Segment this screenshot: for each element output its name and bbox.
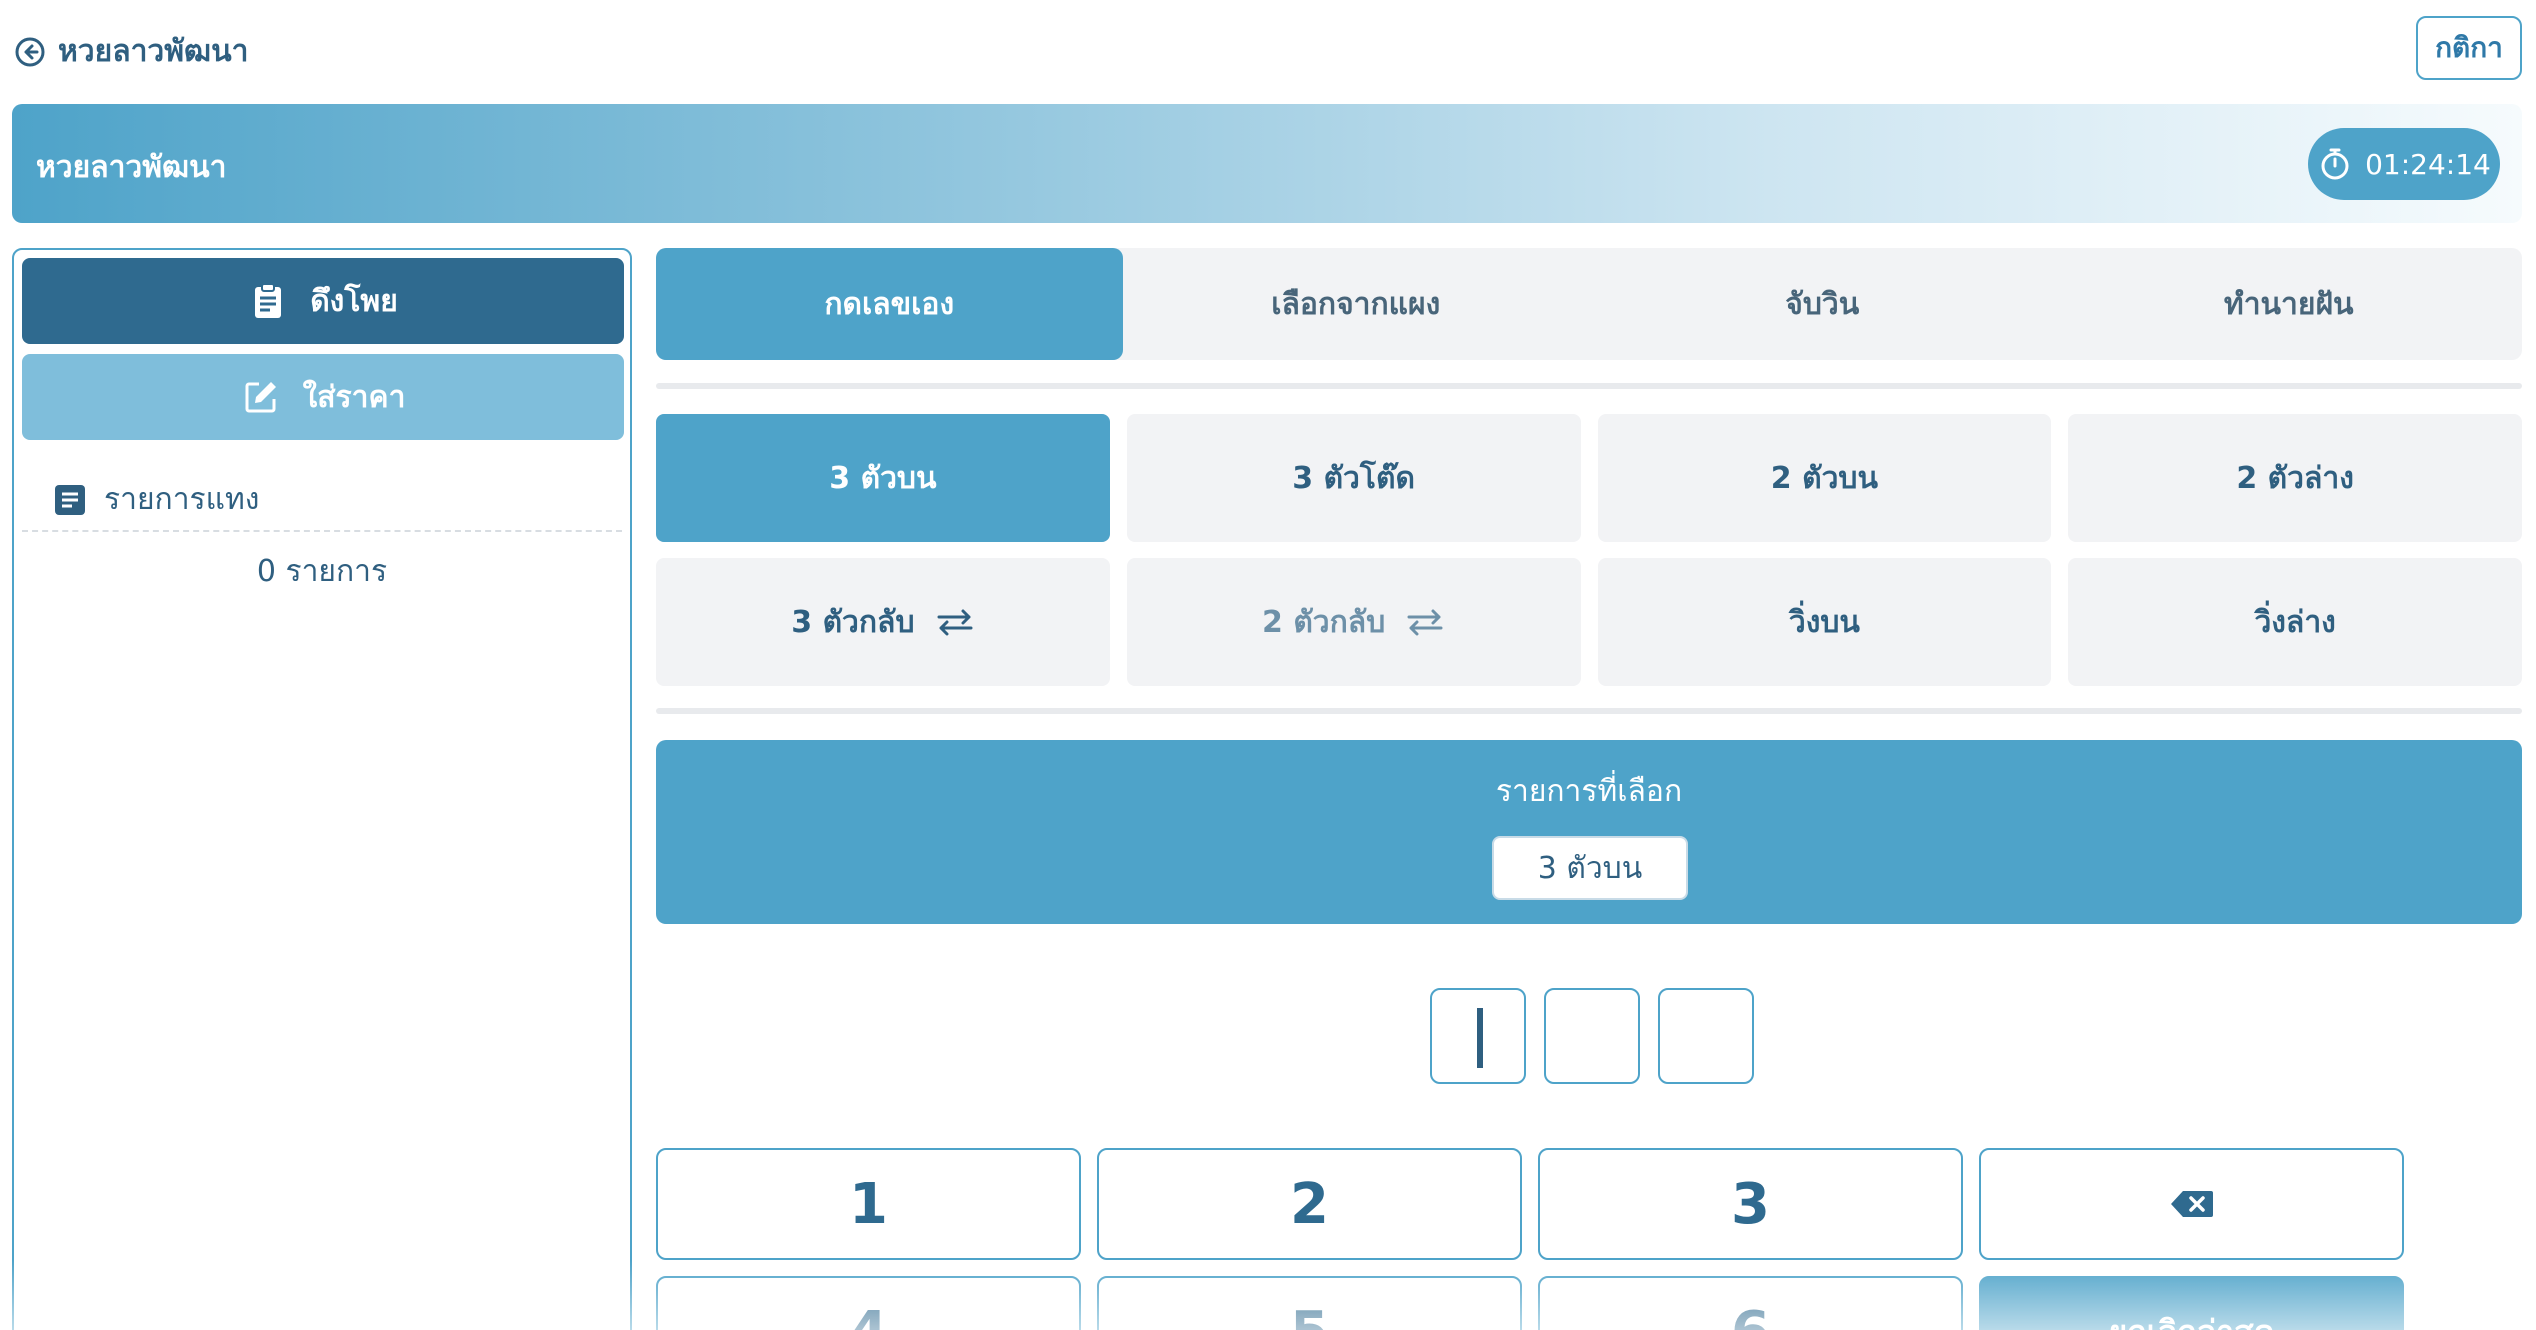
bet-type-label: 3 ตัวบน <box>829 460 937 496</box>
stopwatch-icon <box>2321 148 2349 180</box>
key-1[interactable]: 1 <box>656 1148 1081 1260</box>
key-5[interactable]: 5 <box>1097 1276 1522 1330</box>
key-6[interactable]: 6 <box>1538 1276 1963 1330</box>
bet-type-run-top[interactable]: วิ่งบน <box>1597 558 2052 686</box>
divider-top <box>656 383 2522 389</box>
edit-icon <box>245 382 276 413</box>
selected-type-chip[interactable]: 3 ตัวบน <box>1492 836 1688 900</box>
countdown-timer: 01:24:14 <box>2308 128 2500 200</box>
bet-type-label: 2 ตัวกลับ <box>1262 604 1386 640</box>
bet-list-header: รายการแทง <box>52 476 259 523</box>
lottery-banner: หวยลาวพัฒนา 01:24:14 <box>12 104 2522 223</box>
tab-pick-from-board[interactable]: เลือกจากแผง <box>1123 248 1590 360</box>
tab-dream-prediction[interactable]: ทำนายฝัน <box>2056 248 2523 360</box>
back-label: หวยลาวพัฒนา <box>58 34 249 69</box>
number-keypad: 1 2 3 4 5 6 ยกเลิกล่าสุด <box>656 1148 2404 1330</box>
key-4[interactable]: 4 <box>656 1276 1081 1330</box>
swap-icon <box>937 609 972 636</box>
bet-type-grid: 3 ตัวบน 3 ตัวโต๊ด 2 ตัวบน 2 ตัวล่าง 3 ตั… <box>656 414 2522 686</box>
bet-type-label: 3 ตัวกลับ <box>791 604 915 640</box>
enter-price-button[interactable]: ใส่ราคา <box>22 354 624 440</box>
bet-type-3-tod[interactable]: 3 ตัวโต๊ด <box>1126 414 1581 542</box>
digit-input-2[interactable] <box>1544 988 1640 1084</box>
bet-type-label: วิ่งล่าง <box>2254 604 2336 640</box>
bet-list-count: 0 รายการ <box>256 554 388 589</box>
timer-value: 01:24:14 <box>2365 147 2491 181</box>
bet-type-3-reverse[interactable]: 3 ตัวกลับ <box>656 558 1110 686</box>
bet-list-title: รายการแทง <box>104 482 260 517</box>
back-arrow-icon <box>15 37 45 66</box>
clipboard-icon <box>255 283 282 318</box>
bet-type-label: 2 ตัวล่าง <box>2236 460 2354 496</box>
bet-type-2-bottom[interactable]: 2 ตัวล่าง <box>2068 414 2522 542</box>
swap-icon <box>1407 609 1443 636</box>
backspace-icon <box>2170 1191 2213 1217</box>
digit-input-3[interactable] <box>1658 988 1754 1084</box>
input-mode-tabs: กดเลขเอง เลือกจากแผง จับวิน ทำนายฝัน <box>656 248 2522 360</box>
pull-slip-label: ดึงโพย <box>310 283 398 319</box>
selected-items-panel: รายการที่เลือก 3 ตัวบน <box>656 740 2522 924</box>
undo-last-button[interactable]: ยกเลิกล่าสุด <box>1979 1276 2404 1330</box>
bet-type-label: วิ่งบน <box>1788 604 1860 640</box>
tab-win-pairs[interactable]: จับวิน <box>1589 248 2056 360</box>
digit-input-1[interactable] <box>1430 988 1526 1084</box>
tab-manual-entry[interactable]: กดเลขเอง <box>656 248 1123 360</box>
bet-type-2-reverse[interactable]: 2 ตัวกลับ <box>1126 558 1581 686</box>
bet-type-2-top[interactable]: 2 ตัวบน <box>1597 414 2052 542</box>
bet-type-label: 3 ตัวโต๊ด <box>1292 460 1415 496</box>
top-bar: หวยลาวพัฒนา กติกา <box>0 0 2536 100</box>
key-3[interactable]: 3 <box>1538 1148 1963 1260</box>
bet-type-3-top[interactable]: 3 ตัวบน <box>656 414 1110 542</box>
pull-slip-button[interactable]: ดึงโพย <box>22 258 624 344</box>
back-link[interactable]: หวยลาวพัฒนา <box>14 28 249 75</box>
bet-sidebar: ดึงโพย ใส่ราคา รายการแทง 0 รายการ <box>12 248 632 1330</box>
bet-type-label: 2 ตัวบน <box>1770 460 1878 496</box>
key-2[interactable]: 2 <box>1097 1148 1522 1260</box>
number-entry <box>1430 988 1754 1084</box>
list-document-icon <box>55 484 85 515</box>
text-caret <box>1477 1008 1483 1068</box>
banner-title: หวยลาวพัฒนา <box>36 150 227 185</box>
bet-type-run-bottom[interactable]: วิ่งล่าง <box>2068 558 2522 686</box>
rules-button[interactable]: กติกา <box>2416 16 2522 80</box>
divider-middle <box>656 708 2522 714</box>
list-divider <box>22 530 622 532</box>
enter-price-label: ใส่ราคา <box>302 379 406 415</box>
backspace-key[interactable] <box>1979 1148 2404 1260</box>
selected-items-title: รายการที่เลือก <box>1495 774 1683 809</box>
